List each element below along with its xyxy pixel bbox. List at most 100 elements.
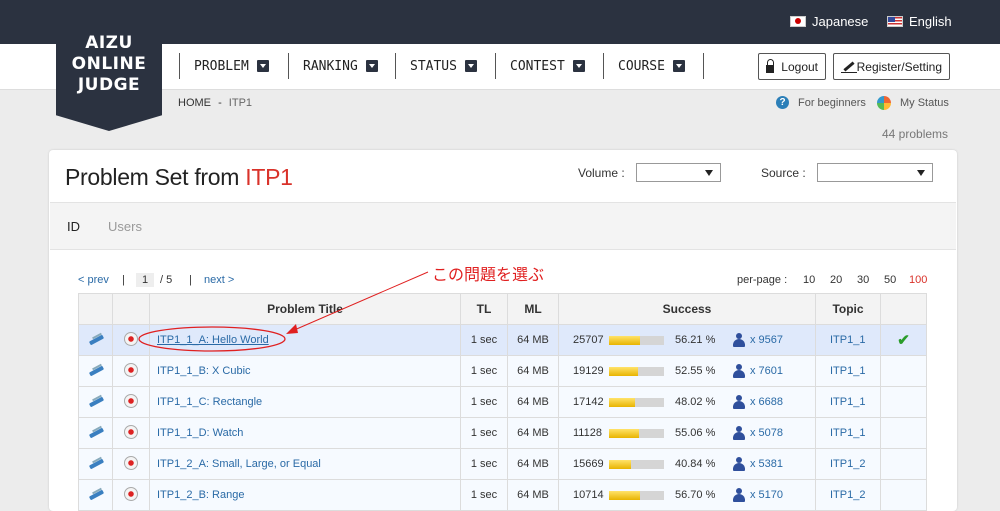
header-success: Success — [558, 293, 816, 325]
success-bar — [609, 397, 664, 407]
solved-mark-cell — [880, 386, 927, 418]
table-row[interactable]: ITP1_1_D: Watch 1 sec 64 MB 11128 55.06 % x 5… — [78, 417, 927, 449]
register-setting-label: Register/Setting — [856, 59, 942, 74]
help-icon: ? — [776, 96, 789, 109]
table-row[interactable]: ITP1_1_A: Hello World 1 sec 64 MB 25707 56.2… — [78, 324, 927, 356]
problem-title-link[interactable]: ITP1_1_C: Rectangle — [157, 396, 262, 408]
pen-icon[interactable] — [88, 394, 104, 408]
per-page-10[interactable]: 10 — [803, 274, 815, 286]
header-solved — [880, 293, 927, 325]
language-japanese[interactable]: Japanese — [790, 14, 868, 29]
pager-divider: | — [189, 274, 192, 286]
per-page-100[interactable]: 100 — [909, 274, 927, 286]
menu-contest[interactable]: CONTEST — [495, 53, 585, 79]
pen-icon[interactable] — [88, 425, 104, 439]
tab-bar — [50, 202, 956, 250]
edit-cell[interactable] — [78, 355, 113, 387]
pie-chart-icon — [877, 96, 891, 110]
user-count[interactable]: x 5170 — [733, 488, 783, 502]
success-cell: 11128 55.06 % x 5078 — [558, 417, 816, 449]
success-cell: 19129 52.55 % x 7601 — [558, 355, 816, 387]
tab-users[interactable]: Users — [108, 219, 142, 234]
edit-cell[interactable] — [78, 417, 113, 449]
header-ml: ML — [507, 293, 559, 325]
status-cell — [112, 448, 150, 480]
success-rate: 48.02 % — [675, 396, 716, 408]
table-header-row: Problem Title TL ML Success Topic — [78, 293, 927, 325]
success-bar — [609, 428, 664, 438]
source-select[interactable] — [817, 163, 933, 182]
memory-limit: 64 MB — [507, 386, 559, 418]
memory-limit: 64 MB — [507, 355, 559, 387]
annotation-label: この問題を選ぶ — [432, 265, 545, 284]
logout-button[interactable]: Logout — [758, 53, 826, 80]
per-page-20[interactable]: 20 — [830, 274, 842, 286]
table-row[interactable]: ITP1_1_C: Rectangle 1 sec 64 MB 17142 48.02 … — [78, 386, 927, 418]
user-count[interactable]: x 7601 — [733, 364, 783, 378]
status-disc-icon — [124, 486, 138, 501]
next-page-link[interactable]: next > — [204, 274, 234, 286]
menu-status[interactable]: STATUS — [395, 53, 477, 79]
user-count[interactable]: x 6688 — [733, 395, 783, 409]
breadcrumb-home[interactable]: HOME — [178, 97, 211, 109]
problem-title-link[interactable]: ITP1_1_B: X Cubic — [157, 365, 251, 377]
solved-mark-cell — [880, 355, 927, 387]
menu-ranking[interactable]: RANKING — [288, 53, 378, 79]
language-english[interactable]: English — [887, 14, 952, 29]
pen-icon[interactable] — [88, 363, 104, 377]
problem-title-cell: ITP1_1_A: Hello World — [149, 324, 461, 356]
menu-ranking-label: RANKING — [303, 58, 358, 74]
user-count-label: x 5170 — [750, 489, 784, 501]
solved-mark-cell — [880, 448, 927, 480]
problem-title-link[interactable]: ITP1_2_A: Small, Large, or Equal — [157, 458, 321, 470]
edit-cell[interactable] — [78, 448, 113, 480]
edit-cell[interactable] — [78, 386, 113, 418]
table-row[interactable]: ITP1_2_A: Small, Large, or Equal 1 sec 64 … — [78, 448, 927, 480]
user-count[interactable]: x 5078 — [733, 426, 783, 440]
time-limit: 1 sec — [460, 448, 508, 480]
pencil-icon — [841, 61, 857, 73]
per-page-30[interactable]: 30 — [857, 274, 869, 286]
pen-icon[interactable] — [88, 487, 104, 501]
pen-icon[interactable] — [88, 456, 104, 470]
register-setting-button[interactable]: Register/Setting — [833, 53, 950, 80]
topic-link[interactable]: ITP1_1 — [815, 386, 881, 418]
topic-link[interactable]: ITP1_1 — [815, 324, 881, 356]
user-count[interactable]: x 5381 — [733, 457, 783, 471]
my-status-link[interactable]: My Status — [877, 96, 949, 110]
problem-title-link[interactable]: ITP1_1_D: Watch — [157, 427, 243, 439]
tab-id[interactable]: ID — [67, 219, 80, 234]
menu-problem-label: PROBLEM — [194, 58, 249, 74]
for-beginners-link[interactable]: ? For beginners — [776, 96, 866, 109]
volume-select[interactable] — [636, 163, 721, 182]
topic-link[interactable]: ITP1_2 — [815, 479, 881, 511]
user-count[interactable]: x 9567 — [733, 333, 783, 347]
problem-title-link[interactable]: ITP1_2_B: Range — [157, 489, 244, 501]
user-icon — [733, 488, 745, 502]
menu-divider — [703, 53, 704, 79]
per-page-label: per-page : — [737, 274, 788, 286]
topic-link[interactable]: ITP1_1 — [815, 417, 881, 449]
topic-link[interactable]: ITP1_1 — [815, 355, 881, 387]
volume-label: Volume : — [578, 166, 625, 180]
topic-link[interactable]: ITP1_2 — [815, 448, 881, 480]
prev-page-link[interactable]: < prev — [78, 274, 109, 286]
success-bar-fill — [609, 459, 632, 469]
edit-cell[interactable] — [78, 324, 113, 356]
per-page-50[interactable]: 50 — [884, 274, 896, 286]
table-row[interactable]: ITP1_2_B: Range 1 sec 64 MB 10714 56.70 % x 5… — [78, 479, 927, 511]
edit-cell[interactable] — [78, 479, 113, 511]
menu-course[interactable]: COURSE — [603, 53, 685, 79]
user-count-label: x 9567 — [750, 334, 784, 346]
menu-problem[interactable]: PROBLEM — [179, 53, 269, 79]
chevron-down-icon — [256, 60, 269, 72]
check-icon: ✔ — [897, 332, 910, 349]
user-icon — [733, 395, 745, 409]
logo[interactable]: AIZU ONLINE JUDGE — [56, 0, 162, 131]
problem-title-link[interactable]: ITP1_1_A: Hello World — [157, 334, 269, 346]
solved-count: 17142 — [573, 396, 604, 408]
pen-icon[interactable] — [88, 332, 104, 346]
table-row[interactable]: ITP1_1_B: X Cubic 1 sec 64 MB 19129 52.55 % x… — [78, 355, 927, 387]
logo-line-3: JUDGE — [77, 75, 141, 95]
success-cell: 17142 48.02 % x 6688 — [558, 386, 816, 418]
